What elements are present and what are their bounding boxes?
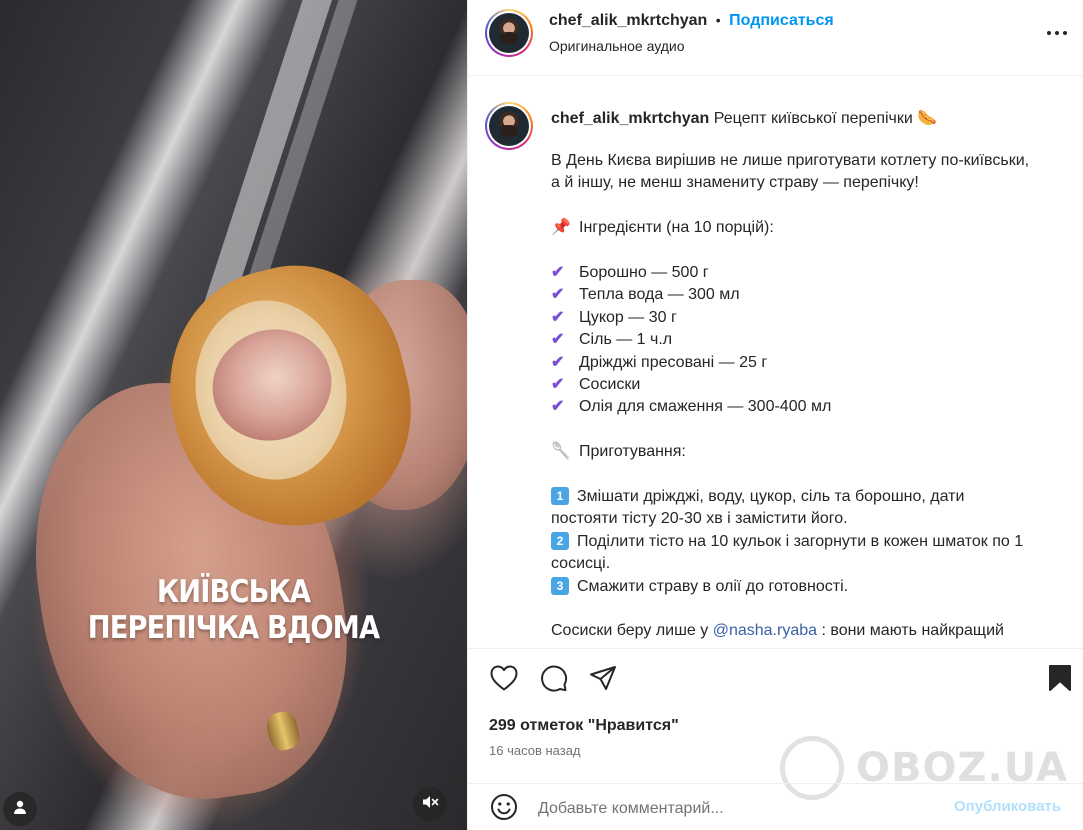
caption-intro: а й іншу, не менш знамениту страву — пер… [551,174,919,192]
overlay-line: ПЕРЕПІЧКА ВДОМА [87,610,380,646]
share-button[interactable] [587,664,619,696]
ingredient-item: ✔ Борошно — 500 г [551,262,1081,284]
comment-icon [540,664,568,697]
step-text-cont: постояти тісту 20-30 хв і замістити його… [551,510,848,528]
step-text: Поділити тісто на 10 кульок і загорнути … [577,532,1024,550]
emoji-icon [490,793,518,826]
ingredient-item: ✔ Сіль — 1 ч.л [551,329,1081,351]
header-title-row: chef_alik_mkrtchyan • Подписаться [549,12,834,30]
likes-count[interactable]: 299 отметок "Нравится" [489,717,679,735]
ingredient-item: ✔ Олія для смаження — 300-400 мл [551,396,1081,418]
step-text-cont: сосисці. [551,555,611,573]
comment-button[interactable] [538,664,570,696]
step-item: 2 Поділити тісто на 10 кульок і загорнути… [551,531,1081,553]
ingredients-heading: Інгредієнти (на 10 порцій): [579,219,774,237]
share-icon [589,665,617,696]
more-options-button[interactable] [1041,16,1073,48]
check-icon: ✔ [551,331,565,349]
ingredient-item: ✔ Тепла вода — 300 мл [551,284,1081,306]
save-button[interactable] [1044,664,1076,696]
post-actions: 299 отметок "Нравится" 16 часов назад OB… [468,648,1083,830]
post-header: chef_alik_mkrtchyan • Подписаться Оригин… [468,0,1083,76]
caption-outro: Сосиски беру лише у @nasha.ryaba : вони … [551,620,1081,642]
pin-icon: 📌 [551,219,571,237]
follow-button[interactable]: Подписаться [729,12,834,29]
step-text: Змішати дріжджі, воду, цукор, сіль та бо… [577,488,965,506]
ingredient-item: ✔ Дріжджі пресовані — 25 г [551,352,1081,374]
heart-icon [490,665,518,696]
check-icon: ✔ [551,398,565,416]
step-number-icon: 2 [551,531,569,550]
step-number-icon: 3 [551,576,569,595]
mention-link[interactable]: @nasha.ryaba [713,622,817,639]
video-overlay-title: КИЇВСЬКА ПЕРЕПІЧКА ВДОМА [28,574,439,646]
audio-link[interactable]: Оригинальное аудио [549,38,685,54]
ingredient-text: Олія для смаження — 300-400 мл [579,398,832,416]
check-icon: ✔ [551,264,565,281]
mute-button[interactable] [413,787,447,821]
bookmark-icon [1048,664,1072,697]
spoon-icon: 🥄 [551,443,571,461]
step-item: 1 Змішати дріжджі, воду, цукор, сіль та б… [551,486,1081,508]
header-username[interactable]: chef_alik_mkrtchyan [549,12,707,29]
outro-text: Сосиски беру лише у [551,622,713,640]
user-icon [12,799,28,820]
ingredient-text: Дріжджі пресовані — 25 г [579,353,768,371]
steps-heading: Приготування: [579,443,686,461]
ingredients-heading-row: 📌 Інгредієнти (на 10 порцій): [551,217,1081,239]
more-icon [1046,23,1068,41]
ingredient-text: Тепла вода — 300 мл [579,286,740,304]
caption-username[interactable]: chef_alik_mkrtchyan [551,110,709,127]
caption-title-row: chef_alik_mkrtchyan Рецепт київської пер… [551,108,937,128]
sound-off-icon [421,793,439,816]
post-media[interactable]: КИЇВСЬКА ПЕРЕПІЧКА ВДОМА [0,0,467,830]
ingredient-text: Цукор — 30 г [579,308,677,326]
comment-bar: Опубликовать [468,783,1083,830]
ingredient-item: ✔ Цукор — 30 г [551,307,1081,329]
ingredient-item: ✔ Сосиски [551,374,1081,396]
publish-button[interactable]: Опубликовать [954,798,1061,815]
caption-body: В День Києва вирішив не лише приготувати… [551,150,1081,643]
ingredient-text: Сосиски [579,376,641,394]
steps-heading-row: 🥄 Приготування: [551,441,1081,463]
emoji-button[interactable] [488,793,520,825]
check-icon: ✔ [551,308,565,326]
check-icon: ✔ [551,376,565,394]
comment-input[interactable] [538,796,918,822]
ingredient-text: Сіль — 1 ч.л [579,331,673,349]
caption-title: Рецепт київської перепічки 🌭 [713,110,938,127]
caption-avatar[interactable] [485,102,533,150]
like-button[interactable] [488,664,520,696]
tagged-users-button[interactable] [3,792,37,826]
step-item: 3 Смажити страву в олії до готовності. [551,576,1081,598]
post-timestamp[interactable]: 16 часов назад [489,743,581,758]
step-text: Смажити страву в олії до готовності. [577,577,849,595]
outro-text: : вони мають найкращий [817,622,1004,640]
check-icon: ✔ [551,353,565,371]
post-panel: chef_alik_mkrtchyan • Подписаться Оригин… [467,0,1083,830]
ingredient-text: Борошно — 500 г [579,264,709,281]
overlay-line: КИЇВСЬКА [156,574,311,610]
header-separator: • [715,12,721,28]
caption-area: chef_alik_mkrtchyan Рецепт київської пер… [468,76,1083,648]
avatar[interactable] [485,9,533,57]
check-icon: ✔ [551,286,565,304]
step-number-icon: 1 [551,487,569,506]
caption-intro: В День Києва вирішив не лише приготувати… [551,152,1030,169]
